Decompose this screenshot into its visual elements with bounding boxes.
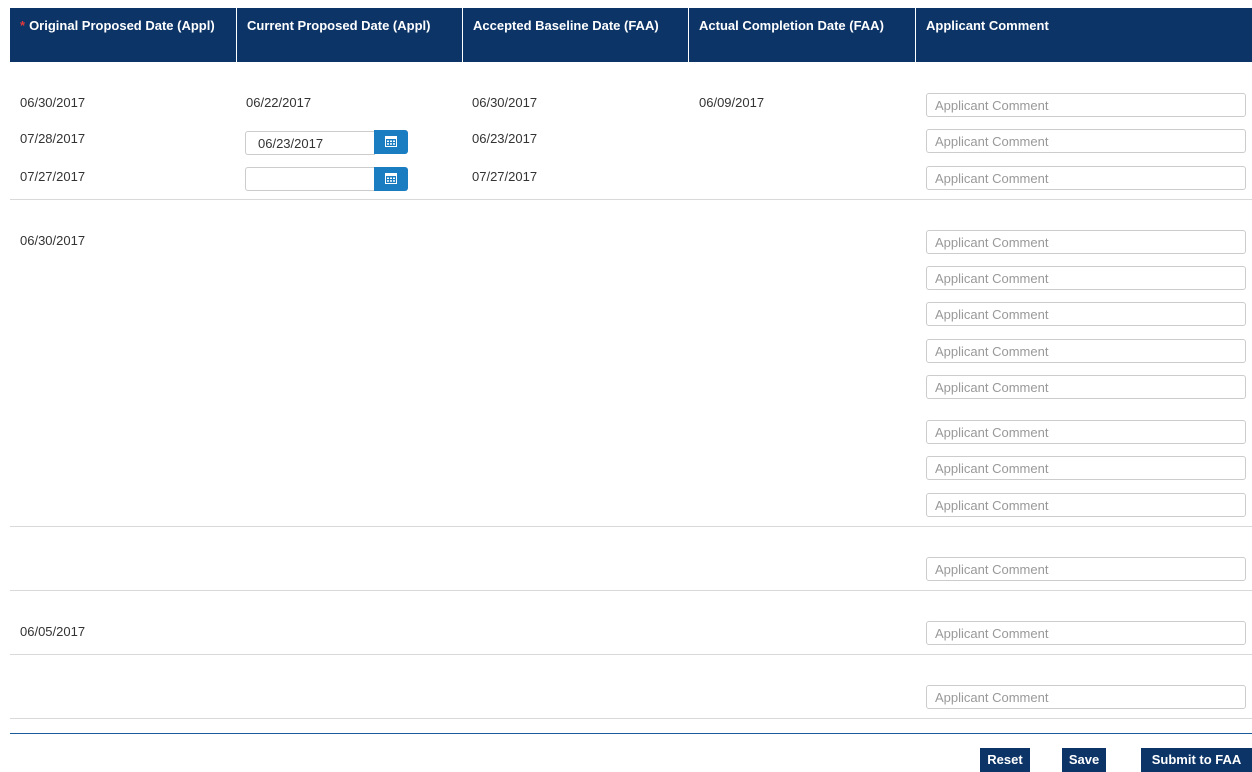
- row-divider: [10, 654, 1252, 655]
- header-label: Current Proposed Date (Appl): [247, 18, 431, 33]
- header-accepted-baseline-date: Accepted Baseline Date (FAA): [463, 8, 689, 62]
- original-proposed-date: 07/27/2017: [20, 169, 86, 184]
- accepted-baseline-date: 06/30/2017: [472, 95, 538, 110]
- footer-divider: [10, 733, 1252, 734]
- applicant-comment-input[interactable]: [926, 129, 1246, 153]
- header-original-proposed-date: * Original Proposed Date (Appl): [10, 8, 237, 62]
- header-actual-completion-date: Actual Completion Date (FAA): [689, 8, 916, 62]
- save-button[interactable]: Save: [1062, 748, 1106, 772]
- header-label: Original Proposed Date (Appl): [29, 18, 215, 33]
- applicant-comment-input[interactable]: [926, 93, 1246, 117]
- original-proposed-date: 06/05/2017: [20, 624, 86, 639]
- applicant-comment-input[interactable]: [926, 375, 1246, 399]
- header-label: Accepted Baseline Date (FAA): [473, 18, 659, 33]
- accepted-baseline-date: 07/27/2017: [472, 169, 538, 184]
- applicant-comment-input[interactable]: [926, 685, 1246, 709]
- accepted-baseline-date: 06/23/2017: [472, 131, 538, 146]
- applicant-comment-input[interactable]: [926, 166, 1246, 190]
- header-applicant-comment: Applicant Comment: [916, 8, 1252, 62]
- applicant-comment-input[interactable]: [926, 339, 1246, 363]
- current-proposed-date-input[interactable]: [245, 131, 375, 155]
- original-proposed-date: 06/30/2017: [20, 233, 86, 248]
- header-label: Actual Completion Date (FAA): [699, 18, 884, 33]
- current-proposed-date: 06/22/2017: [246, 95, 312, 110]
- submit-to-faa-button[interactable]: Submit to FAA: [1141, 748, 1252, 772]
- header-current-proposed-date: Current Proposed Date (Appl): [237, 8, 463, 62]
- calendar-button[interactable]: [374, 167, 408, 191]
- applicant-comment-input[interactable]: [926, 557, 1246, 581]
- applicant-comment-input[interactable]: [926, 420, 1246, 444]
- applicant-comment-input[interactable]: [926, 493, 1246, 517]
- table-header: * Original Proposed Date (Appl) Current P…: [10, 8, 1252, 62]
- original-proposed-date: 06/30/2017: [20, 95, 86, 110]
- actual-completion-date: 06/09/2017: [699, 95, 765, 110]
- header-label: Applicant Comment: [926, 18, 1049, 33]
- applicant-comment-input[interactable]: [926, 230, 1246, 254]
- row-divider: [10, 590, 1252, 591]
- required-marker: *: [20, 18, 26, 33]
- calendar-button[interactable]: [374, 130, 408, 154]
- applicant-comment-input[interactable]: [926, 266, 1246, 290]
- row-divider: [10, 199, 1252, 200]
- applicant-comment-input[interactable]: [926, 621, 1246, 645]
- row-divider: [10, 718, 1252, 719]
- applicant-comment-input[interactable]: [926, 302, 1246, 326]
- calendar-icon: [385, 173, 397, 184]
- applicant-comment-input[interactable]: [926, 456, 1246, 480]
- original-proposed-date: 07/28/2017: [20, 131, 86, 146]
- reset-button[interactable]: Reset: [980, 748, 1030, 772]
- current-proposed-date-input[interactable]: [245, 167, 375, 191]
- row-divider: [10, 526, 1252, 527]
- calendar-icon: [385, 136, 397, 147]
